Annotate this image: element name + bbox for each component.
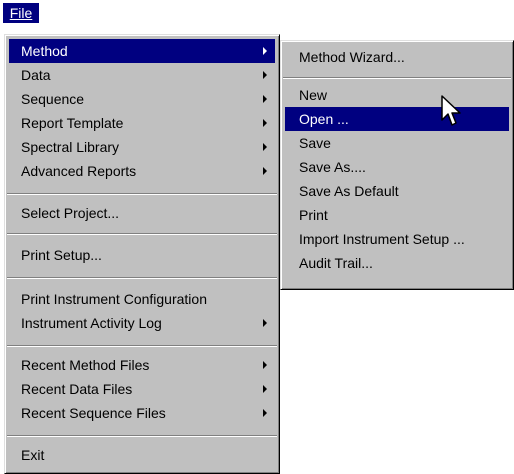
menu-item-print-instrument-configuration[interactable]: Print Instrument Configuration <box>9 287 275 311</box>
submenu-item-import-instrument-setup[interactable]: Import Instrument Setup ... <box>285 227 509 251</box>
menu-item-recent-method-files[interactable]: Recent Method Files <box>9 353 275 377</box>
submenu-item-print[interactable]: Print <box>285 203 509 227</box>
file-menu-title[interactable]: File <box>3 3 39 23</box>
submenu-arrow-icon <box>263 409 267 417</box>
submenu-arrow-icon <box>263 385 267 393</box>
submenu-arrow-icon <box>263 143 267 151</box>
menu-item-advanced-reports[interactable]: Advanced Reports <box>9 159 275 183</box>
submenu-item-open[interactable]: Open ... <box>285 107 509 131</box>
submenu-arrow-icon <box>263 319 267 327</box>
menu-item-recent-sequence-files[interactable]: Recent Sequence Files <box>9 401 275 425</box>
menu-item-sequence[interactable]: Sequence <box>9 87 275 111</box>
submenu-arrow-icon <box>263 95 267 103</box>
submenu-arrow-icon <box>263 71 267 79</box>
menu-separator <box>7 345 277 347</box>
submenu-item-save[interactable]: Save <box>285 131 509 155</box>
menu-separator <box>7 277 277 279</box>
submenu-item-save-as-default[interactable]: Save As Default <box>285 179 509 203</box>
menu-item-select-project[interactable]: Select Project... <box>9 201 275 225</box>
submenu-arrow-icon <box>263 47 267 55</box>
submenu-item-new[interactable]: New <box>285 83 509 107</box>
menu-item-method[interactable]: Method <box>9 39 275 63</box>
menu-separator <box>283 77 511 79</box>
submenu-item-audit-trail[interactable]: Audit Trail... <box>285 251 509 275</box>
submenu-item-save-as[interactable]: Save As.... <box>285 155 509 179</box>
menu-item-recent-data-files[interactable]: Recent Data Files <box>9 377 275 401</box>
arrow-pointer-icon <box>441 95 461 126</box>
menu-item-spectral-library[interactable]: Spectral Library <box>9 135 275 159</box>
method-submenu: Method Wizard... New Open ... Save Save … <box>280 40 514 290</box>
menu-item-exit[interactable]: Exit <box>9 443 275 467</box>
menu-separator <box>7 435 277 437</box>
menu-separator <box>7 193 277 195</box>
menu-item-instrument-activity-log[interactable]: Instrument Activity Log <box>9 311 275 335</box>
submenu-item-method-wizard[interactable]: Method Wizard... <box>285 45 509 69</box>
file-menu: Method Data Sequence Report Template Spe… <box>4 34 280 474</box>
menu-item-report-template[interactable]: Report Template <box>9 111 275 135</box>
submenu-arrow-icon <box>263 119 267 127</box>
menu-item-print-setup[interactable]: Print Setup... <box>9 243 275 267</box>
submenu-arrow-icon <box>263 167 267 175</box>
submenu-arrow-icon <box>263 361 267 369</box>
menu-item-data[interactable]: Data <box>9 63 275 87</box>
menu-separator <box>7 233 277 235</box>
